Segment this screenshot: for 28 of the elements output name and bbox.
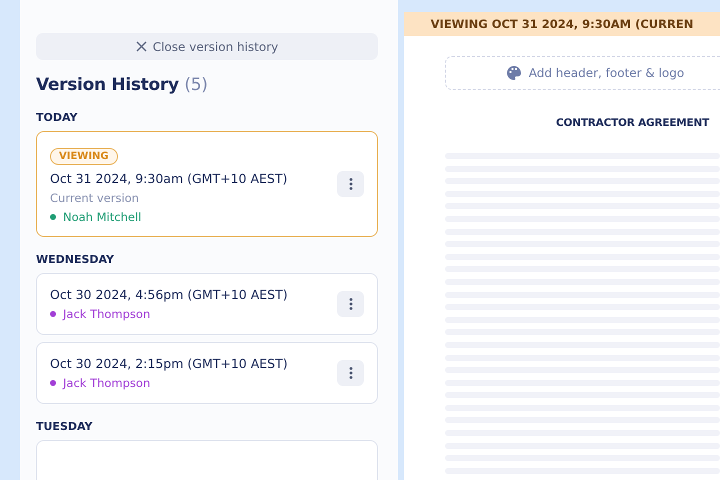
version-card[interactable]: Oct 30 2024, 4:56pm (GMT+10 AEST) Jack Thompson bbox=[36, 273, 378, 335]
version-note: Current version bbox=[50, 191, 140, 205]
more-icon bbox=[348, 178, 352, 190]
version-time: Oct 30 2024, 2:15pm (GMT+10 AEST) bbox=[50, 356, 288, 371]
more-options-button[interactable] bbox=[337, 291, 364, 317]
version-card[interactable]: Oct 30 2024, 2:15pm (GMT+10 AEST) Jack Thompson bbox=[36, 342, 378, 404]
more-icon bbox=[348, 367, 352, 379]
author-name: Jack Thompson bbox=[63, 376, 150, 390]
more-options-button[interactable] bbox=[337, 171, 364, 197]
version-card[interactable]: VIEWING Oct 31 2024, 9:30am (GMT+10 AEST) Current version Noah Mitchell bbox=[36, 131, 378, 237]
day-heading: TUESDAY bbox=[36, 420, 94, 433]
viewing-banner: VIEWING OCT 31 2024, 9:30AM (CURREN bbox=[404, 12, 720, 36]
author-name: Noah Mitchell bbox=[63, 210, 142, 224]
version-time: Oct 30 2024, 4:56pm (GMT+10 AEST) bbox=[50, 287, 288, 302]
palette-icon bbox=[506, 65, 522, 81]
day-heading: WEDNESDAY bbox=[36, 253, 115, 266]
more-icon bbox=[348, 298, 352, 310]
viewing-badge: VIEWING bbox=[50, 148, 118, 165]
version-count: (5) bbox=[184, 75, 208, 95]
day-heading: TODAY bbox=[36, 111, 78, 124]
add-header-button[interactable]: Add header, footer & logo bbox=[445, 56, 720, 90]
author-name: Jack Thompson bbox=[63, 307, 150, 321]
more-options-button[interactable] bbox=[337, 360, 364, 386]
panel-title: Version History bbox=[36, 75, 179, 95]
version-time: Oct 31 2024, 9:30am (GMT+10 AEST) bbox=[50, 171, 288, 186]
close-version-history-button[interactable]: Close version history bbox=[36, 33, 378, 60]
document-title: CONTRACTOR AGREEMENT bbox=[556, 117, 710, 129]
close-icon bbox=[136, 41, 147, 52]
